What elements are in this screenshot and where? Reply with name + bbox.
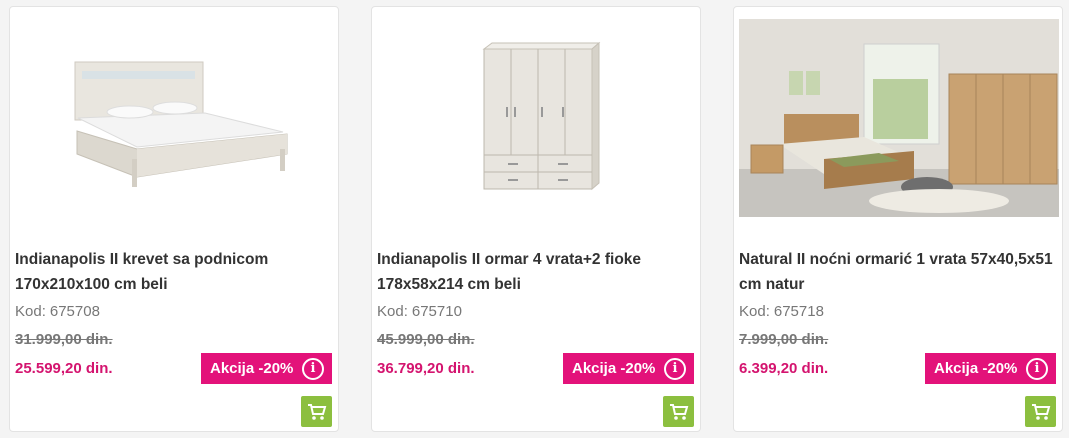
product-image[interactable] bbox=[15, 19, 335, 217]
add-to-cart-button[interactable] bbox=[663, 396, 694, 427]
product-card[interactable]: Natural II noćni ormarić 1 vrata 57x40,5… bbox=[733, 6, 1063, 432]
info-icon[interactable]: i bbox=[664, 357, 686, 380]
old-price: 31.999,00 din. bbox=[15, 331, 113, 348]
add-to-cart-button[interactable] bbox=[1025, 396, 1056, 427]
sale-price: 6.399,20 din. bbox=[739, 360, 829, 377]
product-code: Kod: 675718 bbox=[739, 303, 824, 320]
discount-label: Akcija -20% bbox=[210, 360, 294, 377]
product-title[interactable]: Natural II noćni ormarić 1 vrata 57x40,5… bbox=[739, 247, 1057, 297]
product-image[interactable] bbox=[377, 19, 697, 217]
product-card[interactable]: Indianapolis II krevet sa podnicom 170x2… bbox=[9, 6, 339, 432]
discount-badge[interactable]: Akcija -20% i bbox=[563, 353, 694, 384]
info-icon[interactable]: i bbox=[1026, 357, 1048, 380]
discount-label: Akcija -20% bbox=[934, 360, 1018, 377]
old-price: 45.999,00 din. bbox=[377, 331, 475, 348]
product-title[interactable]: Indianapolis II krevet sa podnicom 170x2… bbox=[15, 247, 333, 297]
cart-icon bbox=[669, 403, 688, 420]
cart-icon bbox=[1031, 403, 1050, 420]
discount-badge[interactable]: Akcija -20% i bbox=[925, 353, 1056, 384]
discount-badge[interactable]: Akcija -20% i bbox=[201, 353, 332, 384]
sale-price: 25.599,20 din. bbox=[15, 360, 113, 377]
product-card[interactable]: Indianapolis II ormar 4 vrata+2 fioke 17… bbox=[371, 6, 701, 432]
add-to-cart-button[interactable] bbox=[301, 396, 332, 427]
old-price: 7.999,00 din. bbox=[739, 331, 829, 348]
cart-icon bbox=[307, 403, 326, 420]
product-code: Kod: 675710 bbox=[377, 303, 462, 320]
product-title[interactable]: Indianapolis II ormar 4 vrata+2 fioke 17… bbox=[377, 247, 695, 297]
info-icon[interactable]: i bbox=[302, 357, 324, 380]
product-code: Kod: 675708 bbox=[15, 303, 100, 320]
sale-price: 36.799,20 din. bbox=[377, 360, 475, 377]
discount-label: Akcija -20% bbox=[572, 360, 656, 377]
product-image[interactable] bbox=[739, 19, 1059, 217]
